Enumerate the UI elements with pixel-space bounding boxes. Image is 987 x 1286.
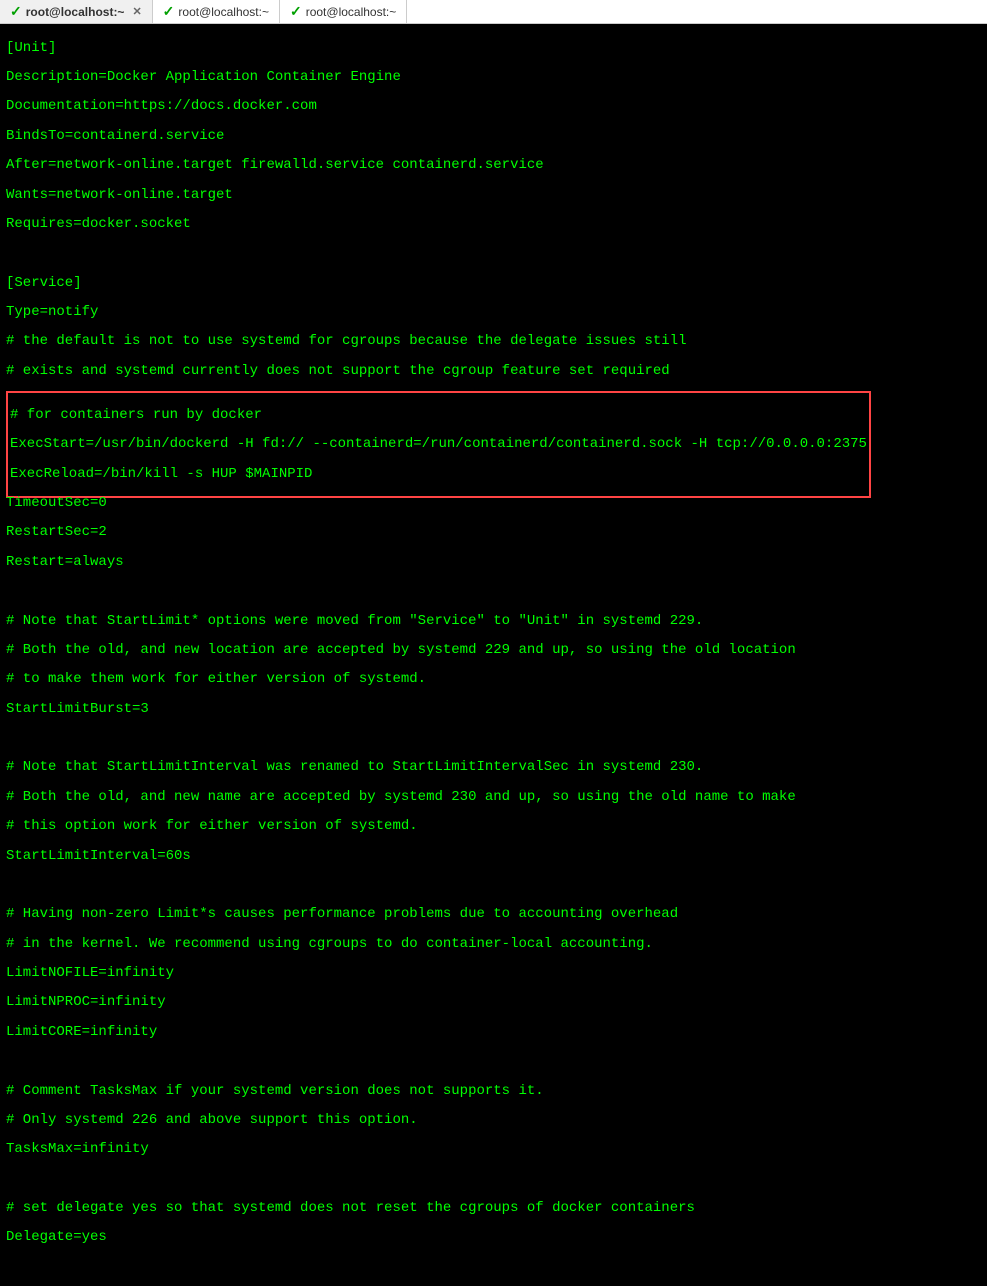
- execreload-line: ExecReload=/bin/kill -s HUP $MAINPID: [10, 467, 867, 482]
- config-line: Documentation=https://docs.docker.com: [6, 99, 981, 114]
- comment-line: # in the kernel. We recommend using cgro…: [6, 937, 981, 952]
- config-line: StartLimitInterval=60s: [6, 849, 981, 864]
- config-line: TasksMax=infinity: [6, 1142, 981, 1157]
- comment-line: # Comment TasksMax if your systemd versi…: [6, 1084, 981, 1099]
- config-line: After=network-online.target firewalld.se…: [6, 158, 981, 173]
- config-line: Restart=always: [6, 555, 981, 570]
- comment-line: # for containers run by docker: [10, 408, 867, 423]
- comment-line: # the default is not to use systemd for …: [6, 334, 981, 349]
- checkmark-icon: ✓: [10, 3, 22, 20]
- blank-line: [6, 1172, 981, 1187]
- config-line: TimeoutSec=0: [6, 496, 981, 511]
- config-line: Delegate=yes: [6, 1230, 981, 1245]
- comment-line: # Both the old, and new location are acc…: [6, 643, 981, 658]
- comment-line: # exists and systemd currently does not …: [6, 364, 981, 379]
- blank-line: [6, 246, 981, 261]
- blank-line: [6, 731, 981, 746]
- unit-section-header: [Unit]: [6, 41, 981, 56]
- comment-line: # set delegate yes so that systemd does …: [6, 1201, 981, 1216]
- checkmark-icon: ✓: [163, 3, 175, 20]
- highlighted-execstart-block: # for containers run by docker ExecStart…: [6, 391, 871, 498]
- execstart-line: ExecStart=/usr/bin/dockerd -H fd:// --co…: [10, 437, 867, 452]
- terminal-tab-2[interactable]: ✓ root@localhost:~: [153, 0, 280, 23]
- close-icon[interactable]: ✕: [132, 5, 141, 18]
- terminal-output[interactable]: [Unit] Description=Docker Application Co…: [0, 24, 987, 1286]
- comment-line: # Both the old, and new name are accepte…: [6, 790, 981, 805]
- config-line: LimitCORE=infinity: [6, 1025, 981, 1040]
- comment-line: # Having non-zero Limit*s causes perform…: [6, 907, 981, 922]
- tab-label: root@localhost:~: [306, 5, 397, 19]
- comment-line: # this option work for either version of…: [6, 819, 981, 834]
- checkmark-icon: ✓: [290, 3, 302, 20]
- service-section-header: [Service]: [6, 276, 981, 291]
- tab-bar: ✓ root@localhost:~ ✕ ✓ root@localhost:~ …: [0, 0, 987, 24]
- config-line: StartLimitBurst=3: [6, 702, 981, 717]
- blank-line: [6, 1260, 981, 1275]
- config-line: LimitNPROC=infinity: [6, 995, 981, 1010]
- blank-line: [6, 1054, 981, 1069]
- config-line: BindsTo=containerd.service: [6, 129, 981, 144]
- config-line: Description=Docker Application Container…: [6, 70, 981, 85]
- config-line: Type=notify: [6, 305, 981, 320]
- terminal-tab-3[interactable]: ✓ root@localhost:~: [280, 0, 407, 23]
- config-line: RestartSec=2: [6, 525, 981, 540]
- comment-line: # Only systemd 226 and above support thi…: [6, 1113, 981, 1128]
- comment-line: # Note that StartLimit* options were mov…: [6, 614, 981, 629]
- tab-label: root@localhost:~: [178, 5, 269, 19]
- blank-line: [6, 584, 981, 599]
- config-line: Wants=network-online.target: [6, 188, 981, 203]
- config-line: Requires=docker.socket: [6, 217, 981, 232]
- config-line: LimitNOFILE=infinity: [6, 966, 981, 981]
- comment-line: # to make them work for either version o…: [6, 672, 981, 687]
- terminal-tab-1[interactable]: ✓ root@localhost:~ ✕: [0, 0, 153, 23]
- tab-label: root@localhost:~: [26, 5, 125, 19]
- comment-line: # Note that StartLimitInterval was renam…: [6, 760, 981, 775]
- blank-line: [6, 878, 981, 893]
